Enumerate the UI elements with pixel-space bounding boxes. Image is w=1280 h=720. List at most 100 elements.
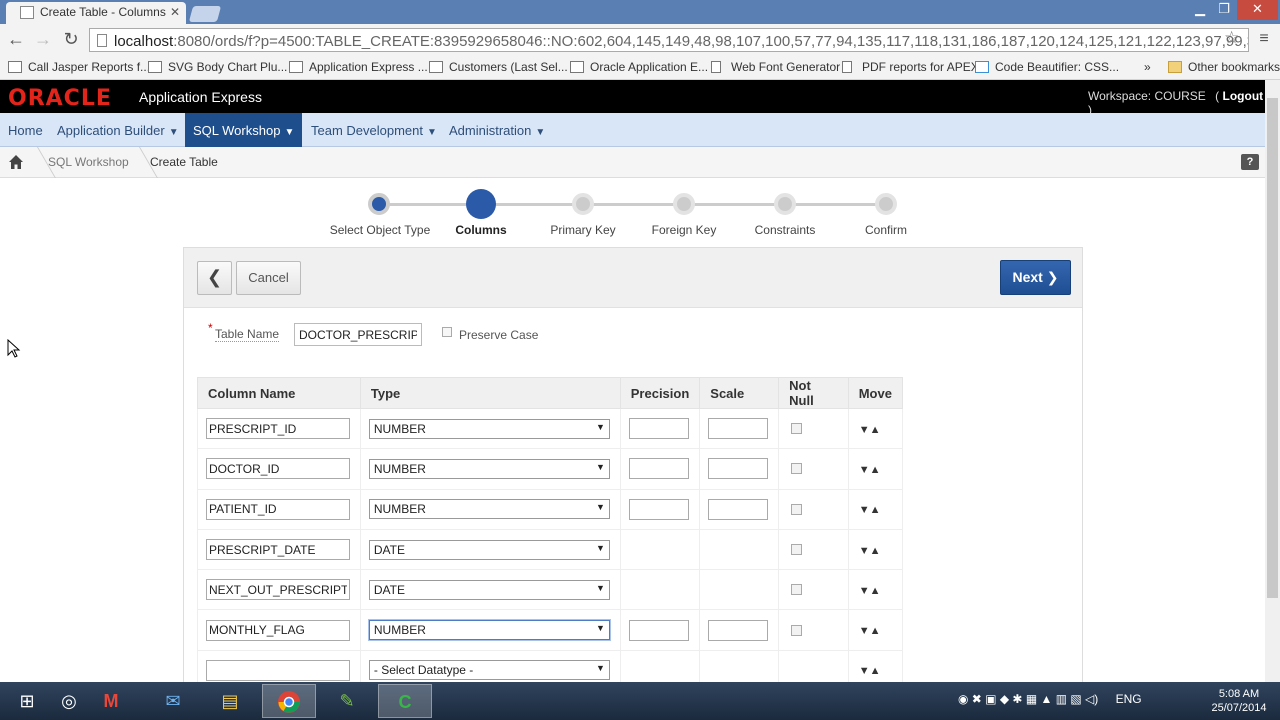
not-null-checkbox[interactable] <box>791 423 803 435</box>
bookmarks-bar: Call Jasper Reports f... SVG Body Chart … <box>0 56 1280 80</box>
not-null-checkbox[interactable] <box>791 584 803 596</box>
chrome-icon[interactable] <box>262 684 316 718</box>
forward-arrow-icon[interactable]: → <box>33 30 53 50</box>
column-name-input[interactable] <box>206 659 350 681</box>
file-explorer-icon[interactable]: ▤ <box>203 684 257 718</box>
column-name-input[interactable] <box>206 498 350 520</box>
bookmark-item[interactable]: Call Jasper Reports f... <box>8 59 150 77</box>
logout-link[interactable]: Logout <box>1223 89 1264 103</box>
column-name-input[interactable] <box>206 579 350 601</box>
type-cell: NUMBER ▼ <box>359 448 621 490</box>
nav-sql-workshop[interactable]: SQL Workshop ▼ <box>185 113 303 147</box>
scale-input[interactable] <box>708 619 769 641</box>
mail-icon[interactable]: ✉ <box>146 684 200 718</box>
move-arrows-icon[interactable]: ▼▲ <box>859 625 881 637</box>
nav-label: SQL Workshop <box>193 123 281 138</box>
preserve-case-checkbox[interactable] <box>442 327 452 337</box>
move-cell: ▼▲ <box>847 407 904 450</box>
help-icon[interactable]: ? <box>1241 154 1259 170</box>
move-cell: ▼▲ <box>847 609 904 651</box>
home-icon[interactable] <box>8 154 24 170</box>
bookmark-item[interactable]: PDF reports for APEX <box>842 59 979 77</box>
not-null-checkbox[interactable] <box>791 463 803 475</box>
tray-icons[interactable]: ◉ ✖ ▣ ◆ ✱ ▦ ▲ ▥ ▧ ◁) <box>958 692 1098 706</box>
folder-icon <box>1168 61 1182 73</box>
datatype-select[interactable]: NUMBER ▼ <box>368 418 610 439</box>
nav-team-development[interactable]: Team Development ▼ <box>303 113 445 147</box>
bookmark-star-icon[interactable]: ☆ <box>1224 28 1239 48</box>
scale-cell <box>699 407 780 450</box>
system-clock[interactable]: 5:08 AM 25/07/2014 <box>1203 687 1275 715</box>
move-arrows-icon[interactable]: ▼▲ <box>859 504 881 516</box>
column-name-input[interactable] <box>206 418 350 440</box>
maximize-icon[interactable]: ❐ <box>1212 0 1236 20</box>
table-name-label: Table Name <box>215 327 280 342</box>
nav-home[interactable]: Home <box>0 113 51 147</box>
datatype-value: DATE <box>373 542 405 557</box>
cancel-button[interactable]: Cancel <box>236 261 301 295</box>
page-icon <box>289 61 303 73</box>
precision-input[interactable] <box>628 619 689 641</box>
chrome-menu-icon[interactable]: ≡ <box>1255 30 1273 48</box>
language-indicator[interactable]: ENG <box>1116 692 1142 706</box>
gmail-icon[interactable]: M <box>84 684 138 718</box>
bookmark-item[interactable]: Application Express ... <box>289 59 428 77</box>
address-bar[interactable]: localhost:8080/ords/f?p=4500:TABLE_CREAT… <box>89 28 1249 52</box>
bookmark-item[interactable]: Web Font Generator <box>711 59 840 77</box>
column-name-input[interactable] <box>206 619 350 641</box>
datatype-select[interactable]: NUMBER ▼ <box>368 499 610 520</box>
move-arrows-icon[interactable]: ▼▲ <box>859 545 881 557</box>
datatype-select[interactable]: DATE ▼ <box>368 579 610 600</box>
back-arrow-icon[interactable]: ← <box>6 30 26 50</box>
new-tab-button[interactable] <box>188 6 222 22</box>
editor-icon[interactable]: ✎ <box>320 684 374 718</box>
step-label: Columns <box>455 223 507 237</box>
bookmark-item[interactable]: Oracle Application E... <box>570 59 708 77</box>
move-arrows-icon[interactable]: ▼▲ <box>859 424 881 436</box>
column-row: DATE ▼ ▼▲ <box>197 528 904 571</box>
apex-header: ORACLE Application Express Workspace: CO… <box>0 80 1265 117</box>
oracle-logo[interactable]: ORACLE <box>8 86 112 111</box>
reload-icon[interactable]: ↻ <box>61 30 81 50</box>
step-marker-confirm <box>875 193 897 215</box>
bookmark-item[interactable]: SVG Body Chart Plu... <box>148 59 287 77</box>
datatype-select[interactable]: DATE ▼ <box>368 539 610 560</box>
tab-create-table-columns[interactable]: Create Table - Columns ✕ <box>6 2 186 24</box>
not-null-checkbox[interactable] <box>791 624 803 636</box>
not-null-checkbox[interactable] <box>791 544 803 556</box>
datatype-select[interactable]: NUMBER ▼ <box>368 458 610 479</box>
breadcrumb-sql-workshop[interactable]: SQL Workshop <box>48 155 129 169</box>
precision-input[interactable] <box>628 418 689 440</box>
datatype-select[interactable]: - Select Datatype - ▼ <box>368 660 610 681</box>
column-name-input[interactable] <box>206 539 350 561</box>
move-arrows-icon[interactable]: ▼▲ <box>859 665 881 677</box>
bookmark-item[interactable]: Code Beautifier: CSS... <box>975 59 1119 77</box>
close-window-icon[interactable]: ✕ <box>1237 0 1278 20</box>
nav-application-builder[interactable]: Application Builder ▼ <box>49 113 187 147</box>
table-name-input[interactable] <box>294 323 422 346</box>
more-bookmarks-icon[interactable]: » <box>1144 59 1151 77</box>
move-arrows-icon[interactable]: ▼▲ <box>859 585 881 597</box>
scale-input[interactable] <box>708 418 769 440</box>
console-icon[interactable]: C <box>378 684 432 718</box>
other-bookmarks[interactable]: Other bookmarks <box>1168 59 1280 77</box>
next-button[interactable]: Next ❯ <box>1000 260 1071 295</box>
bookmark-item[interactable]: Customers (Last Sel... <box>429 59 568 77</box>
minimize-icon[interactable]: ▁ <box>1188 0 1212 20</box>
nav-administration[interactable]: Administration ▼ <box>441 113 553 147</box>
previous-button[interactable]: ❮ <box>197 261 232 295</box>
page-scrollbar[interactable] <box>1265 80 1280 682</box>
scroll-thumb[interactable] <box>1267 98 1278 598</box>
scale-input[interactable] <box>708 458 769 480</box>
close-tab-icon[interactable]: ✕ <box>170 5 180 19</box>
move-arrows-icon[interactable]: ▼▲ <box>859 464 881 476</box>
datatype-select[interactable]: NUMBER ▼ <box>368 620 610 641</box>
precision-input[interactable] <box>628 498 689 520</box>
not-null-checkbox[interactable] <box>791 503 803 515</box>
url-host: localhost <box>114 33 174 50</box>
bookmark-label: Oracle Application E... <box>590 60 709 74</box>
scale-input[interactable] <box>708 498 769 520</box>
precision-input[interactable] <box>628 458 689 480</box>
column-name-input[interactable] <box>206 458 350 480</box>
c-icon <box>975 61 989 73</box>
